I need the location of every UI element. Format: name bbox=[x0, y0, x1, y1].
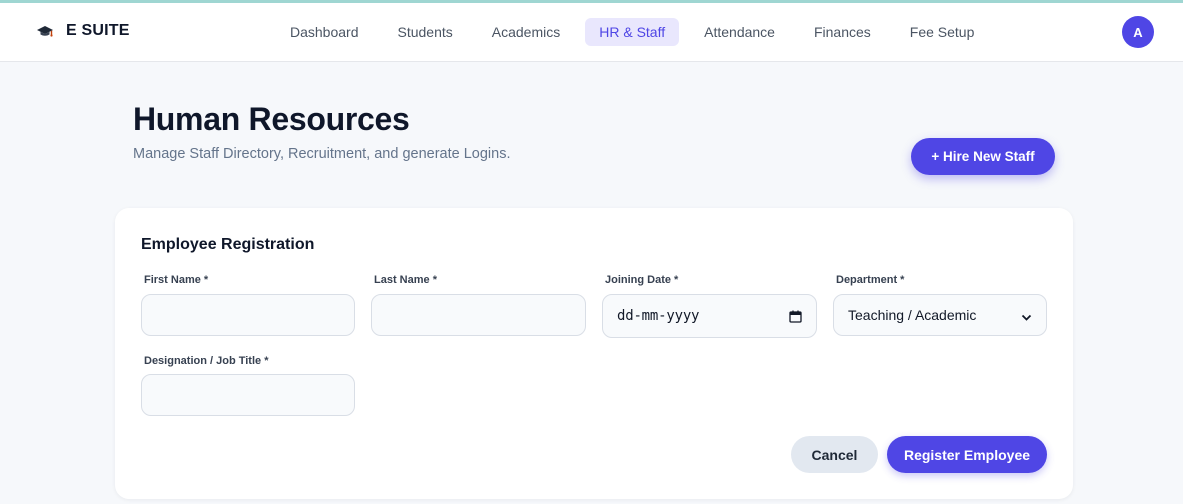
form-title: Employee Registration bbox=[141, 236, 315, 253]
page-subtitle: Manage Staff Directory, Recruitment, and… bbox=[133, 146, 511, 162]
joining-date-input[interactable]: dd-mm-yyyy bbox=[602, 294, 817, 338]
brand[interactable]: E SUITE bbox=[36, 22, 130, 40]
first-name-input[interactable] bbox=[141, 294, 355, 336]
register-employee-button[interactable]: Register Employee bbox=[887, 436, 1047, 473]
designation-label: Designation / Job Title * bbox=[144, 355, 269, 367]
graduation-cap-icon bbox=[36, 22, 54, 40]
brand-name: E SUITE bbox=[66, 22, 130, 39]
first-name-label: First Name * bbox=[144, 274, 209, 286]
nav-students[interactable]: Students bbox=[384, 18, 467, 46]
department-selected-value: Teaching / Academic bbox=[848, 307, 977, 323]
nav-academics[interactable]: Academics bbox=[478, 18, 574, 46]
nav-attendance[interactable]: Attendance bbox=[690, 18, 789, 46]
nav-hr-staff[interactable]: HR & Staff bbox=[585, 18, 680, 46]
joining-date-label: Joining Date * bbox=[605, 274, 679, 286]
employee-registration-card: Employee Registration First Name * Last … bbox=[115, 208, 1073, 499]
joining-date-placeholder: dd-mm-yyyy bbox=[617, 308, 700, 324]
last-name-label: Last Name * bbox=[374, 274, 437, 286]
last-name-input[interactable] bbox=[371, 294, 586, 336]
cancel-button[interactable]: Cancel bbox=[791, 436, 878, 473]
user-avatar[interactable]: A bbox=[1122, 16, 1154, 48]
main-nav: Dashboard Students Academics HR & Staff … bbox=[276, 18, 999, 46]
page-title: Human Resources bbox=[133, 101, 410, 137]
nav-dashboard[interactable]: Dashboard bbox=[276, 18, 373, 46]
hire-new-staff-button[interactable]: + Hire New Staff bbox=[911, 138, 1055, 175]
nav-finances[interactable]: Finances bbox=[800, 18, 885, 46]
department-select[interactable]: Teaching / Academic bbox=[833, 294, 1047, 336]
designation-input[interactable] bbox=[141, 374, 355, 416]
chevron-down-icon bbox=[1021, 310, 1032, 321]
calendar-icon[interactable] bbox=[789, 310, 802, 323]
department-label: Department * bbox=[836, 274, 905, 286]
top-navbar: E SUITE Dashboard Students Academics HR … bbox=[0, 3, 1183, 62]
nav-fee-setup[interactable]: Fee Setup bbox=[896, 18, 989, 46]
